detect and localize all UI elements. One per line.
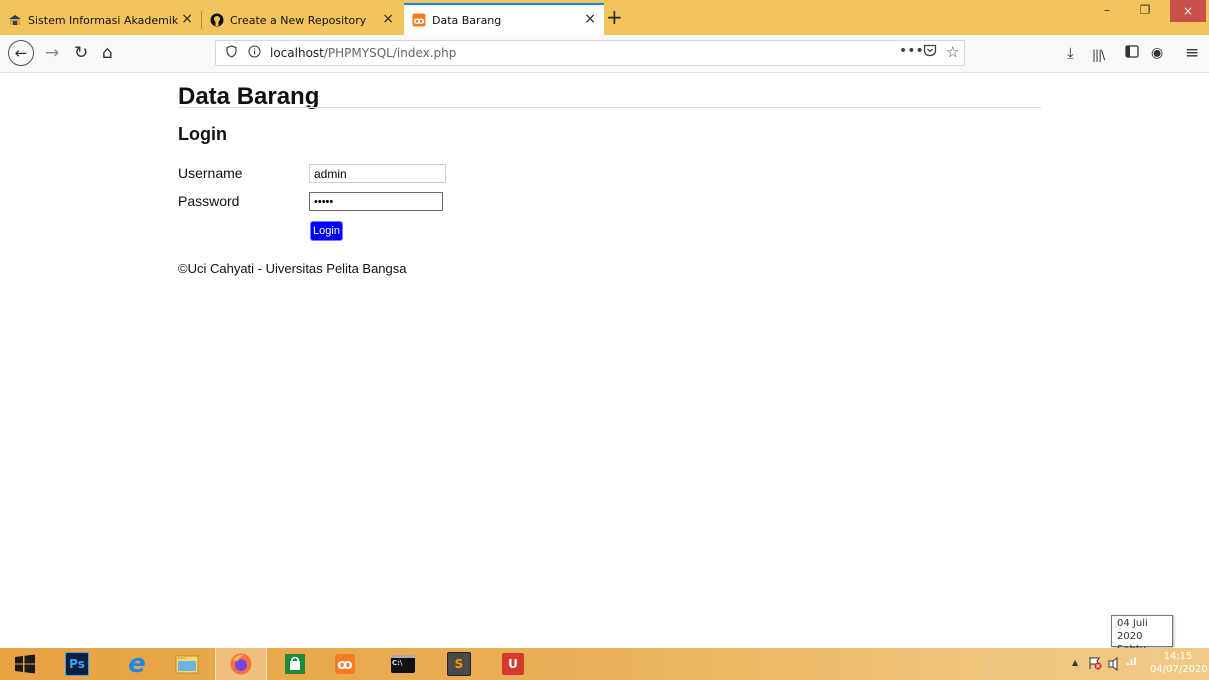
github-icon [210,13,224,27]
footer-text: ©Uci Cahyati - Uiversitas Pelita Bangsa [178,261,407,276]
sublime-icon: S [447,652,471,676]
menu-icon[interactable]: ≡ [1185,43,1199,63]
svg-text:ꝏ: ꝏ [337,657,352,673]
network-signal-icon[interactable]: .ıl [1126,657,1137,668]
tab-create-new-repository[interactable]: Create a New Repository × [202,5,402,35]
show-hidden-icons-icon[interactable]: ▲ [1072,658,1078,667]
page-actions-icon[interactable]: ••• [899,43,924,59]
password-label: Password [178,193,240,209]
school-icon [8,13,22,27]
close-window-button[interactable]: × [1170,0,1206,22]
tab-label: Sistem Informasi Akademik [28,13,179,27]
home-button[interactable]: ⌂ [102,43,113,63]
login-heading: Login [178,124,227,144]
library-icon[interactable]: |||\ [1092,45,1105,65]
reload-button[interactable]: ↻ [74,43,88,63]
xampp-icon: ꝏ [335,654,355,674]
login-button[interactable]: Login [310,221,343,241]
volume-icon[interactable] [1108,656,1122,675]
taskbar-photoshop[interactable]: Ps [52,648,102,680]
action-center-flag-icon[interactable] [1088,655,1102,674]
firefox-icon [230,653,252,675]
tab-label: Data Barang [432,13,502,27]
taskbar-terminal[interactable]: C:\ [378,648,428,680]
terminal-icon: C:\ [391,655,415,673]
url-bar[interactable]: localhost/PHPMYSQL/index.php ••• ☆ [215,40,965,66]
shield-icon[interactable] [226,45,237,61]
minimize-button[interactable]: – [1092,0,1122,20]
forward-button[interactable]: → [45,43,59,63]
tab-label: Create a New Repository [230,13,367,27]
tab-close-icon[interactable]: × [382,11,394,27]
app-icon: U [502,653,524,675]
username-input[interactable] [309,164,446,183]
password-mask: ••••• [314,195,334,208]
clock-time: 14:15 [1163,651,1193,662]
username-label: Username [178,165,243,181]
url-path: /PHPMYSQL/index.php [323,46,457,60]
account-icon[interactable]: ◉ [1151,43,1163,63]
taskbar-app[interactable]: U [488,648,538,680]
tab-data-barang[interactable]: ꝏ Data Barang × [404,3,604,35]
url-text[interactable]: localhost/PHPMYSQL/index.php [270,46,456,60]
taskbar-firefox[interactable] [215,648,267,680]
back-button[interactable]: ← [8,40,34,66]
url-host: localhost [270,46,324,60]
title-divider [178,107,1041,108]
sidebar-icon[interactable] [1125,43,1139,63]
taskbar-store[interactable] [270,648,320,680]
navigation-toolbar: ← → ↻ ⌂ localhost/PHPMYSQL/index.php •••… [0,35,1209,73]
xampp-icon: ꝏ [412,13,426,27]
svg-text:ꝏ: ꝏ [413,16,424,27]
photoshop-icon: Ps [65,652,89,676]
start-icon [15,654,35,674]
clock[interactable]: 14:15 04/07/2020 [1150,650,1208,676]
taskbar-internet-explorer[interactable]: e [112,648,162,680]
download-icon[interactable]: ⤓ [1067,43,1074,63]
tab-close-icon[interactable]: × [181,11,193,27]
info-icon[interactable] [248,45,261,61]
password-input[interactable]: ••••• [309,192,443,211]
file-explorer-icon [175,655,199,674]
tooltip-date: 04 Juli 2020 [1117,618,1148,642]
new-tab-button[interactable]: + [606,6,623,28]
bookmark-star-icon[interactable]: ☆ [946,43,959,61]
tab-close-icon[interactable]: × [584,11,596,27]
date-tooltip: 04 Juli 2020 Sabtu [1111,615,1173,655]
taskbar: Ps e ꝏ C:\ S U ▲ .ıl 14:15 04/07/2020 [0,648,1209,680]
tab-sistem-informasi-akademik[interactable]: Sistem Informasi Akademik × [0,5,201,35]
maximize-button[interactable]: ❐ [1122,0,1168,20]
start-button[interactable] [0,648,50,680]
clock-date: 04/07/2020 [1150,664,1208,675]
browser-titlebar: Sistem Informasi Akademik × Create a New… [0,0,1209,35]
internet-explorer-icon: e [128,649,146,679]
store-icon [285,654,305,674]
taskbar-xampp[interactable]: ꝏ [320,648,370,680]
taskbar-sublime[interactable]: S [434,648,484,680]
taskbar-file-explorer[interactable] [162,648,212,680]
pocket-icon[interactable] [923,44,937,61]
